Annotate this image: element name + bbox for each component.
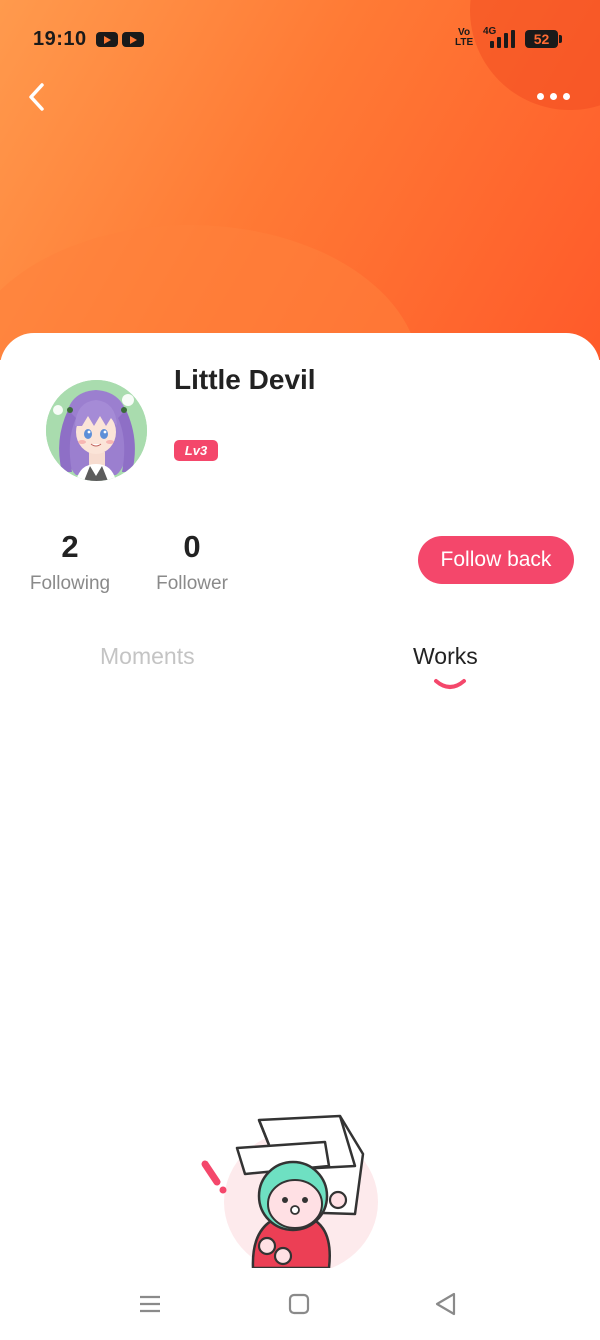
battery-level: 52 — [533, 31, 550, 47]
more-dots-icon — [550, 93, 557, 100]
volte-indicator: Vo LTE — [455, 28, 473, 48]
following-label: Following — [29, 573, 111, 594]
tab-works[interactable]: Works — [413, 643, 478, 670]
avatar-image — [46, 380, 147, 481]
youtube-icon — [96, 32, 118, 47]
empty-state-illustration — [195, 1110, 390, 1268]
more-dots-icon — [537, 93, 544, 100]
nav-home-button[interactable] — [288, 1293, 310, 1315]
follow-back-button[interactable]: Follow back — [418, 536, 574, 584]
signal-icon — [490, 30, 518, 48]
user-name: Little Devil — [174, 364, 316, 395]
avatar[interactable] — [46, 380, 147, 481]
tab-moments[interactable]: Moments — [100, 643, 195, 670]
follower-label: Follower — [156, 573, 228, 594]
volte-line2: LTE — [455, 37, 474, 48]
menu-icon — [140, 1295, 160, 1313]
more-dots-icon — [563, 93, 570, 100]
back-triangle-icon — [435, 1292, 456, 1316]
level-badge: Lv3 — [174, 440, 218, 461]
empty-box-character-icon — [201, 1114, 378, 1268]
follower-stat[interactable]: 0 Follower — [148, 528, 236, 595]
youtube-icon — [122, 32, 144, 47]
status-bar: 19:10 Vo LTE 4G 52 — [0, 0, 600, 80]
battery-icon: 52 — [525, 30, 562, 48]
nav-menu-button[interactable] — [138, 1294, 162, 1314]
home-square-icon — [288, 1293, 310, 1315]
status-time: 19:10 — [33, 28, 87, 50]
active-tab-indicator — [434, 679, 466, 689]
following-count: 2 — [61, 529, 79, 564]
follower-count: 0 — [183, 529, 201, 564]
following-stat[interactable]: 2 Following — [22, 528, 118, 595]
nav-back-button[interactable] — [433, 1291, 459, 1317]
more-options-button[interactable] — [530, 82, 576, 112]
back-button[interactable] — [22, 80, 54, 114]
chevron-left-icon — [29, 83, 44, 111]
